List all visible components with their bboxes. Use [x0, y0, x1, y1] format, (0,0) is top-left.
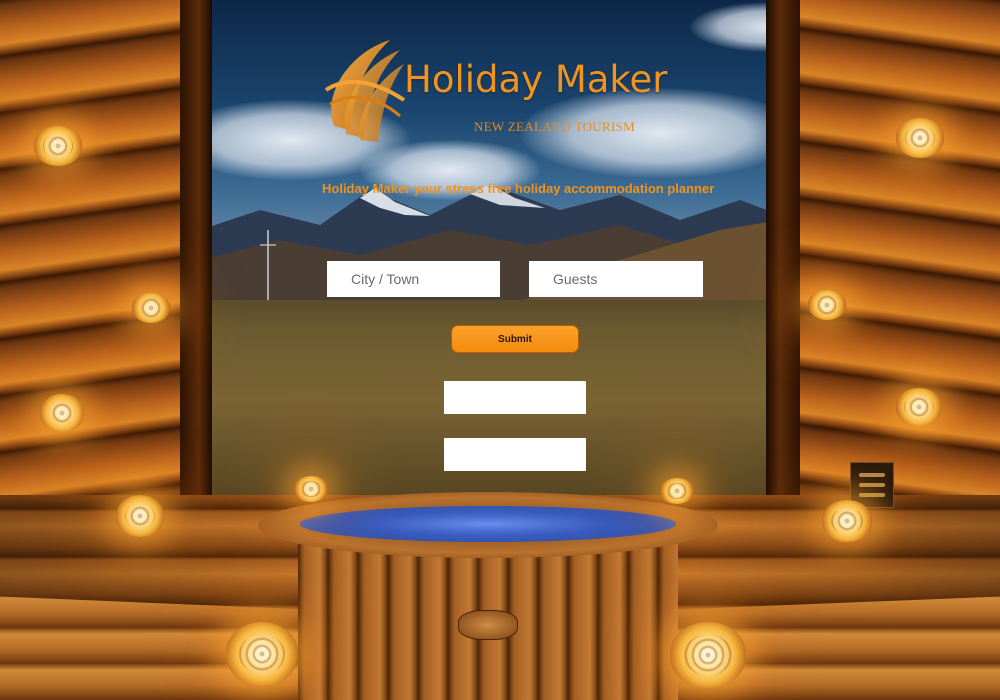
brand-subtitle: NEW ZEALAND TOURISM [474, 119, 635, 134]
tagline: Holiday Maker your stress free holiday a… [322, 181, 715, 196]
swoosh-h-logo-icon [324, 40, 406, 142]
submit-button[interactable]: Submit [451, 325, 579, 353]
app-overlay: Holiday Maker NEW ZEALAND TOURISM Holida… [0, 0, 1000, 700]
guests-input[interactable] [529, 261, 703, 297]
brand-title: Holiday Maker [404, 58, 668, 101]
result-box-2 [444, 438, 586, 471]
result-box-1 [444, 381, 586, 414]
city-town-input[interactable] [327, 261, 500, 297]
